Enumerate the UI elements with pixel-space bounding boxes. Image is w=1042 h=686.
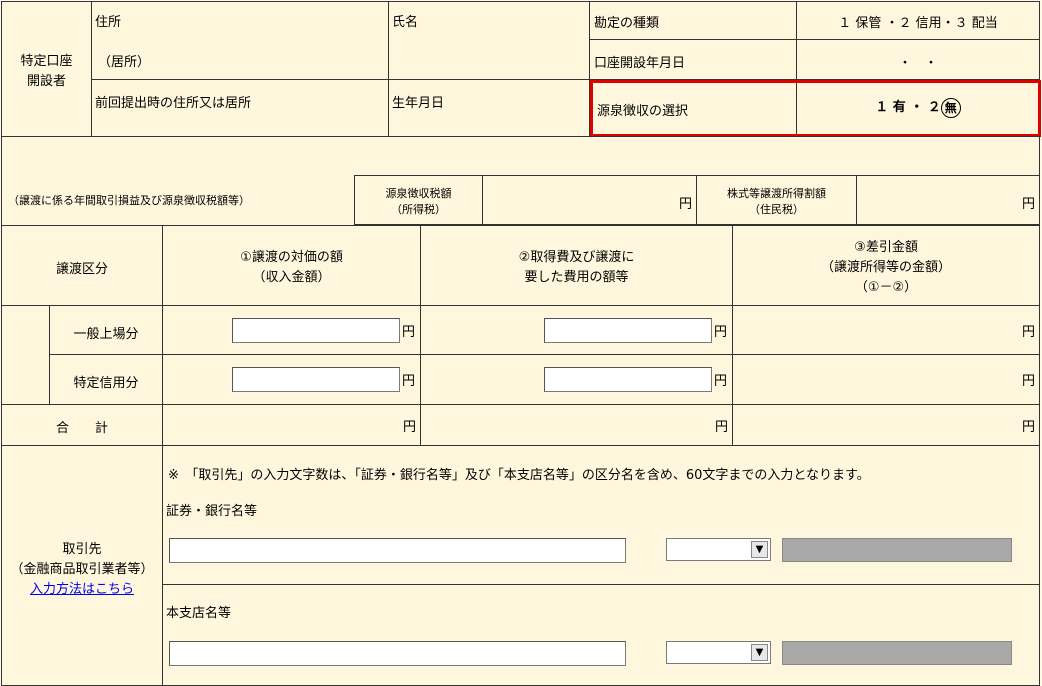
branch-name-label: 本支店名等 bbox=[166, 606, 232, 621]
withholding-tax-label1: 源泉徴収税額 bbox=[385, 187, 452, 200]
col1-header-line1: ①譲渡の対価の額 bbox=[240, 250, 343, 265]
withholding-tax-label2: （所得税） bbox=[391, 203, 446, 216]
yen-unit: 円 bbox=[402, 374, 416, 389]
col1-header-cell: ①譲渡の対価の額 （収入金額） bbox=[162, 225, 421, 306]
yen-unit: 円 bbox=[402, 420, 416, 435]
row2-col2-cell: 円 bbox=[420, 354, 733, 405]
open-date-value-cell: ・ ・ bbox=[796, 39, 1040, 80]
name-label: 氏名 bbox=[392, 15, 419, 30]
chevron-down-icon[interactable]: ▼ bbox=[751, 644, 768, 661]
counterparty-label-line1: 取引先 bbox=[62, 542, 102, 557]
holder-label-cell: 特定口座 開設者 bbox=[1, 1, 92, 137]
row2-col1-cell: 円 bbox=[162, 354, 421, 405]
yen-unit: 円 bbox=[714, 325, 728, 340]
total-col2-cell: 円 bbox=[420, 404, 733, 446]
counterparty-label-cell: 取引先 （金融商品取引業者等） 入力方法はこちら bbox=[1, 445, 163, 686]
bank-name-label: 証券・銀行名等 bbox=[166, 504, 258, 519]
col3-header-line2: （譲渡所得等の金額） bbox=[820, 260, 951, 275]
row-group-spacer bbox=[1, 305, 50, 405]
col2-header-line2: 要した費用の額等 bbox=[524, 270, 629, 285]
account-type-value-cell: １ 保管 ・２ 信用・３ 配当 bbox=[796, 1, 1040, 40]
category-header: 譲渡区分 bbox=[55, 262, 108, 277]
withholding-tax-value-cell: 円 bbox=[482, 175, 697, 225]
yen-unit: 円 bbox=[1021, 374, 1035, 389]
row-label-cell: 特定信用分 bbox=[49, 354, 163, 405]
stock-tax-label-cell: 株式等譲渡所得割額 （住民税） bbox=[696, 175, 857, 225]
yen-unit: 円 bbox=[1021, 325, 1035, 340]
total-col3-cell: 円 bbox=[732, 404, 1040, 446]
open-date-label-cell: 口座開設年月日 bbox=[589, 39, 797, 80]
branch-type-select[interactable]: ▼ bbox=[666, 641, 771, 664]
total-col1-cell: 円 bbox=[162, 404, 421, 446]
general-listed-cost-input[interactable] bbox=[544, 318, 712, 343]
birth-cell: 生年月日 bbox=[388, 79, 590, 137]
specific-credit-revenue-input[interactable] bbox=[232, 367, 400, 392]
account-type-label-cell: 勘定の種類 bbox=[589, 1, 797, 40]
holder-label-line2: 開設者 bbox=[26, 74, 66, 89]
bank-name-input[interactable] bbox=[169, 538, 626, 563]
branch-name-area: 本支店名等 ▼ bbox=[162, 584, 1040, 686]
stock-tax-label1: 株式等譲渡所得割額 bbox=[727, 187, 826, 200]
category-header-cell: 譲渡区分 bbox=[1, 225, 163, 306]
name-cell: 氏名 bbox=[388, 1, 590, 80]
yen-unit: 円 bbox=[1021, 197, 1035, 212]
col2-header-cell: ②取得費及び譲渡に 要した費用の額等 bbox=[420, 225, 733, 306]
total-label-cell: 合 計 bbox=[1, 404, 163, 446]
col3-header-line3: （①－②） bbox=[854, 280, 918, 295]
yen-unit: 円 bbox=[402, 325, 416, 340]
account-type-value: １ 保管 ・２ 信用・３ 配当 bbox=[838, 16, 998, 31]
counterparty-label-line2: （金融商品取引業者等） bbox=[10, 562, 154, 577]
birth-label: 生年月日 bbox=[392, 96, 445, 111]
row-label-cell: 一般上場分 bbox=[49, 305, 163, 355]
col3-header-cell: ③差引金額 （譲渡所得等の金額） （①－②） bbox=[732, 225, 1040, 306]
account-type-label: 勘定の種類 bbox=[594, 16, 660, 31]
stock-tax-label2: （住民税） bbox=[749, 203, 804, 216]
bank-name-readonly-field bbox=[782, 538, 1012, 562]
report-form: 特定口座 開設者 住所 （居所） 氏名 勘定の種類 １ 保管 ・２ 信用・３ 配… bbox=[0, 0, 1042, 686]
row1-col3-cell: 円 bbox=[732, 305, 1040, 355]
general-listed-revenue-input[interactable] bbox=[232, 318, 400, 343]
input-method-link[interactable]: 入力方法はこちら bbox=[30, 582, 134, 597]
counterparty-note: ※ 「取引先」の入力文字数は、「証券・銀行名等」及び「本支店名等」の区分名を含め… bbox=[168, 468, 870, 483]
open-date-value: ・ ・ bbox=[898, 56, 938, 71]
stock-tax-value-cell: 円 bbox=[856, 175, 1040, 225]
row1-col2-cell: 円 bbox=[420, 305, 733, 355]
bank-type-select[interactable]: ▼ bbox=[666, 538, 771, 561]
yen-unit: 円 bbox=[678, 197, 692, 212]
col2-header-line1: ②取得費及び譲渡に bbox=[518, 250, 635, 265]
withholding-tax-label-cell: 源泉徴収税額 （所得税） bbox=[354, 175, 483, 225]
col1-header-line2: （収入金額） bbox=[252, 270, 331, 285]
withholding-highlight-box bbox=[590, 80, 1041, 137]
branch-name-input[interactable] bbox=[169, 641, 626, 666]
address-cell: 住所 （居所） bbox=[91, 1, 389, 80]
col3-header-line1: ③差引金額 bbox=[854, 240, 918, 255]
yen-unit: 円 bbox=[714, 374, 728, 389]
holder-label-line1: 特定口座 bbox=[20, 54, 73, 69]
row-label-specific-credit: 特定信用分 bbox=[73, 376, 139, 391]
row2-col3-cell: 円 bbox=[732, 354, 1040, 405]
yen-unit: 円 bbox=[714, 420, 728, 435]
open-date-label: 口座開設年月日 bbox=[594, 56, 686, 71]
address-label: 住所 bbox=[95, 15, 122, 30]
prev-address-cell: 前回提出時の住所又は居所 bbox=[91, 79, 389, 137]
residence-label: （居所） bbox=[98, 55, 151, 70]
chevron-down-icon[interactable]: ▼ bbox=[751, 541, 768, 558]
total-label: 合 計 bbox=[55, 421, 108, 436]
branch-name-readonly-field bbox=[782, 641, 1012, 665]
annual-note: （譲渡に係る年間取引損益及び源泉徴収税額等） bbox=[8, 194, 250, 207]
prev-address-label: 前回提出時の住所又は居所 bbox=[95, 96, 252, 111]
yen-unit: 円 bbox=[1021, 420, 1035, 435]
specific-credit-cost-input[interactable] bbox=[544, 367, 712, 392]
bank-name-area: ※ 「取引先」の入力文字数は、「証券・銀行名等」及び「本支店名等」の区分名を含め… bbox=[162, 445, 1040, 585]
row1-col1-cell: 円 bbox=[162, 305, 421, 355]
row-label-general-listed: 一般上場分 bbox=[73, 327, 139, 342]
